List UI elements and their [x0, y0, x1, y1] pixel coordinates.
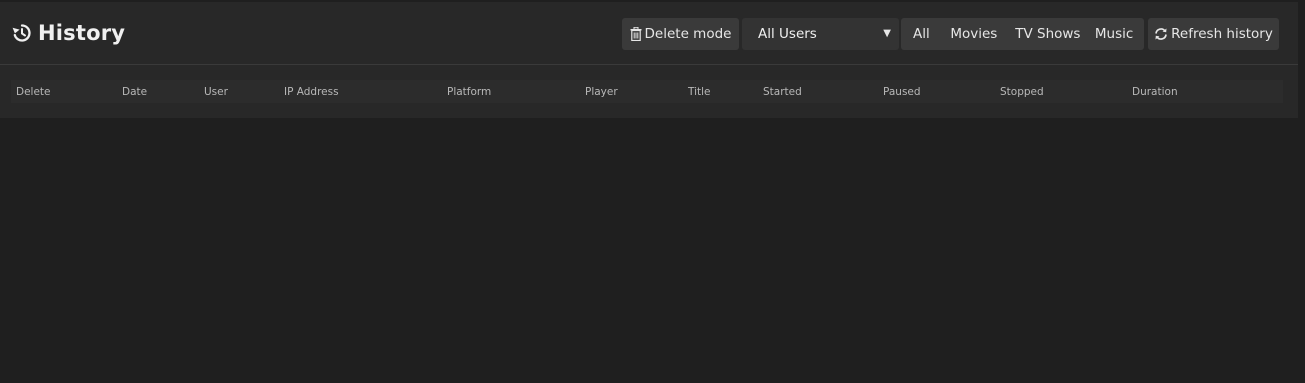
history-icon — [12, 24, 31, 42]
refresh-history-button[interactable]: Refresh history — [1148, 18, 1279, 50]
column-header-platform[interactable]: Platform — [447, 86, 491, 98]
filter-all-label: All — [913, 26, 930, 42]
refresh-icon — [1155, 28, 1167, 40]
column-header-started[interactable]: Started — [763, 86, 802, 98]
history-header: History Delete mode All Users ▼ All Movi… — [0, 2, 1298, 65]
user-select[interactable]: All Users ▼ — [742, 18, 899, 50]
filter-tv-shows-label: TV Shows — [1015, 26, 1081, 42]
history-table-header: Delete Date User IP Address Platform Pla… — [11, 80, 1283, 103]
delete-mode-label: Delete mode — [644, 26, 732, 42]
dropdown-caret-icon: ▼ — [883, 28, 891, 39]
column-header-paused[interactable]: Paused — [883, 86, 921, 98]
column-header-delete[interactable]: Delete — [16, 86, 51, 98]
filter-movies-label: Movies — [950, 26, 998, 42]
column-header-player[interactable]: Player — [585, 86, 618, 98]
filter-movies-button[interactable]: Movies — [950, 18, 1015, 50]
column-header-ip-address[interactable]: IP Address — [284, 86, 339, 98]
filter-music-button[interactable]: Music — [1095, 18, 1144, 50]
page-title: History — [38, 21, 126, 45]
media-type-filter: All Movies TV Shows Music — [901, 18, 1144, 50]
column-header-date[interactable]: Date — [122, 86, 147, 98]
trash-icon — [630, 27, 642, 41]
column-header-user[interactable]: User — [204, 86, 228, 98]
column-header-duration[interactable]: Duration — [1132, 86, 1178, 98]
column-header-stopped[interactable]: Stopped — [1000, 86, 1044, 98]
user-select-value: All Users — [758, 26, 817, 42]
filter-music-label: Music — [1094, 26, 1134, 42]
delete-mode-button[interactable]: Delete mode — [622, 18, 739, 50]
refresh-history-label: Refresh history — [1171, 26, 1273, 42]
column-header-title[interactable]: Title — [688, 86, 711, 98]
history-panel: History Delete mode All Users ▼ All Movi… — [0, 2, 1298, 118]
page-title-wrap: History — [12, 21, 125, 45]
filter-tv-shows-button[interactable]: TV Shows — [1015, 18, 1095, 50]
filter-all-button[interactable]: All — [901, 18, 950, 50]
